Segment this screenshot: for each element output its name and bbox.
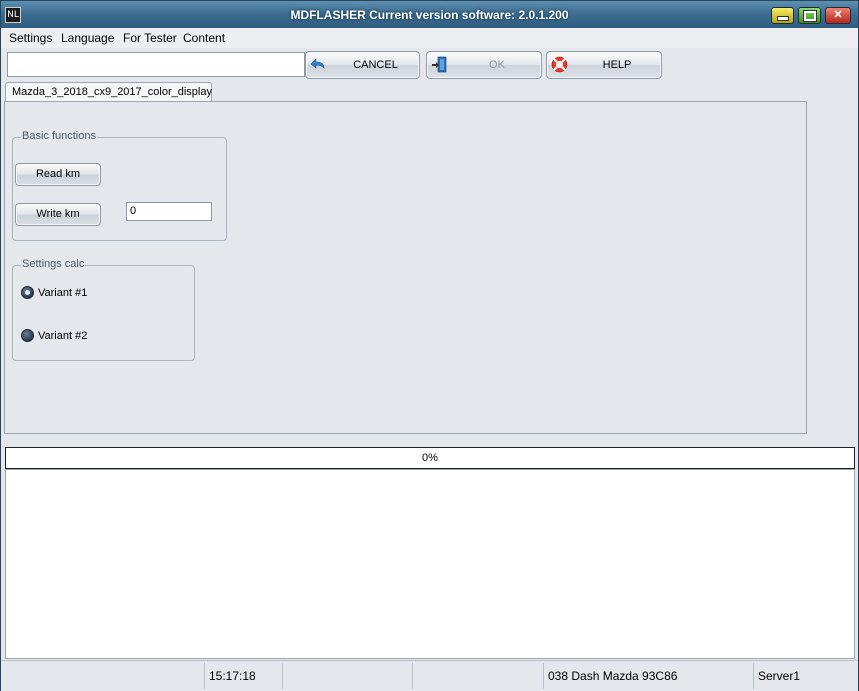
help-label: HELP — [602, 59, 632, 71]
settings-calc-group: Settings calc Variant #1 Variant #2 — [12, 258, 195, 361]
status-bar: 15:17:18 038 Dash Mazda 93C86 Server1 — [1, 660, 858, 691]
menu-settings[interactable]: Settings — [8, 31, 53, 45]
title-bar[interactable]: NL MDFLASHER Current version software: 2… — [1, 1, 858, 28]
log-output-area[interactable] — [5, 469, 855, 659]
maximize-icon — [803, 10, 817, 22]
help-button[interactable]: HELP — [546, 51, 662, 79]
main-window: NL MDFLASHER Current version software: 2… — [0, 0, 859, 691]
tab-panel: Basic functions Read km Write km 0 Setti… — [4, 101, 807, 434]
minimize-icon — [777, 16, 789, 21]
km-value-input[interactable]: 0 — [126, 202, 212, 221]
cancel-label: CANCEL — [353, 59, 398, 71]
close-icon: ✕ — [833, 9, 843, 21]
write-km-button[interactable]: Write km — [15, 203, 101, 226]
lifebuoy-icon — [551, 56, 568, 73]
window-title: MDFLASHER Current version software: 2.0.… — [290, 8, 569, 22]
command-input[interactable] — [7, 52, 305, 77]
tab-label: Mazda_3_2018_cx9_2017_color_display — [12, 86, 212, 98]
menu-bar: Settings Language For Tester Content — [1, 28, 858, 48]
status-time: 15:17:18 — [204, 663, 282, 689]
status-cell-empty-2 — [282, 663, 412, 689]
settings-calc-title: Settings calc — [21, 258, 86, 270]
progress-text: 0% — [422, 452, 438, 464]
status-cell-empty-1 — [1, 663, 204, 689]
read-km-button[interactable]: Read km — [15, 163, 101, 186]
progress-bar: 0% — [5, 447, 855, 469]
variant-1-label: Variant #1 — [38, 287, 88, 299]
door-exit-icon — [432, 56, 447, 73]
basic-functions-title: Basic functions — [21, 130, 97, 142]
basic-functions-group: Basic functions Read km Write km 0 — [12, 130, 227, 241]
ok-button[interactable]: OK — [426, 51, 542, 79]
maximize-button[interactable] — [798, 7, 821, 24]
status-server: Server1 — [753, 663, 858, 689]
variant-1-radio[interactable] — [21, 286, 34, 299]
cancel-button[interactable]: CANCEL — [305, 51, 420, 79]
variant-2-radio[interactable] — [21, 329, 34, 342]
menu-content[interactable]: Content — [182, 31, 226, 45]
status-cell-empty-3 — [412, 663, 543, 689]
undo-arrow-icon — [310, 58, 325, 69]
minimize-button[interactable] — [771, 7, 794, 24]
close-button[interactable]: ✕ — [825, 7, 851, 24]
status-device: 038 Dash Mazda 93C86 — [543, 663, 753, 689]
ok-label: OK — [489, 59, 505, 71]
variant-2-label: Variant #2 — [38, 330, 88, 342]
menu-for-tester[interactable]: For Tester — [122, 31, 178, 45]
menu-language[interactable]: Language — [60, 31, 115, 45]
tab-device[interactable]: Mazda_3_2018_cx9_2017_color_display — [5, 82, 212, 103]
